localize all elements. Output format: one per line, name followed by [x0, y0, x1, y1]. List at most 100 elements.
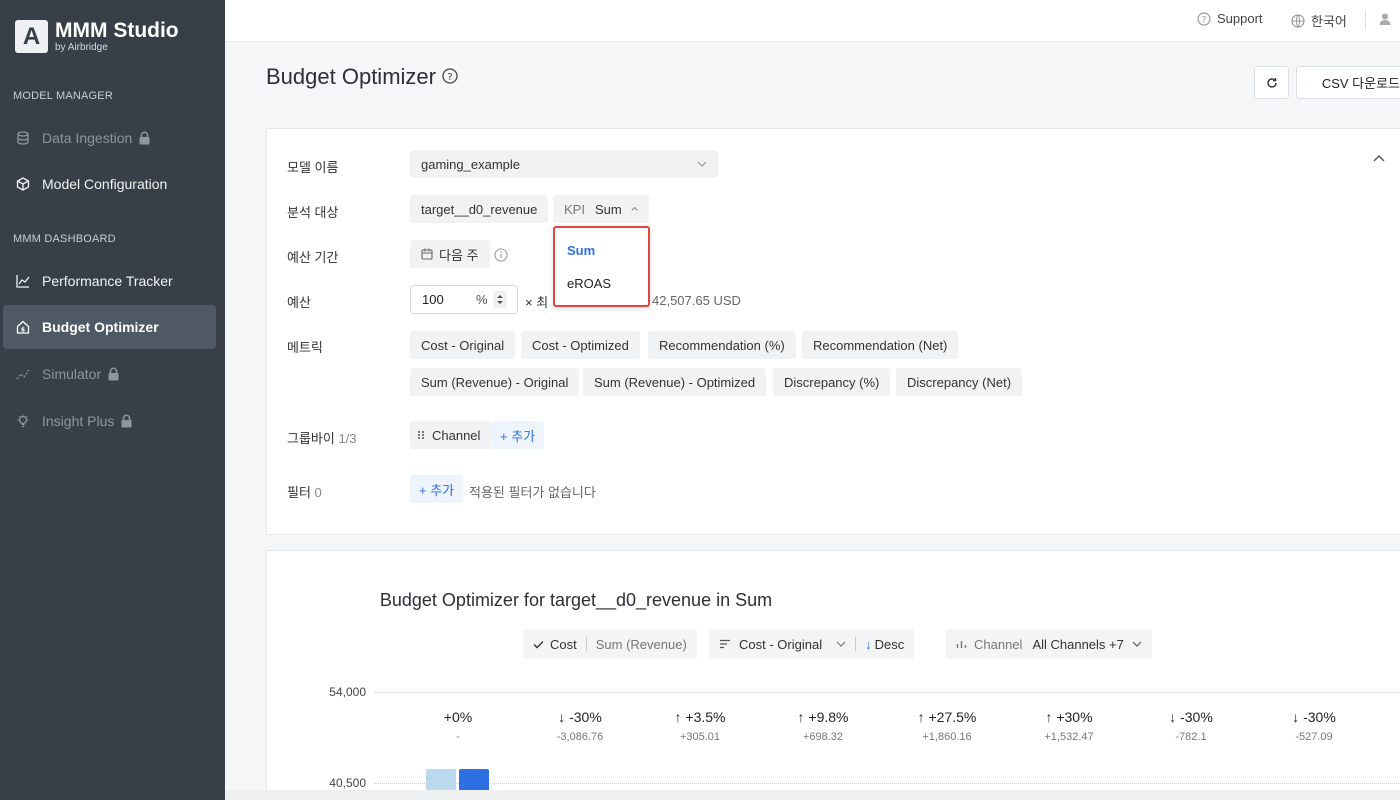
metric-chip[interactable]: Cost - Optimized [521, 331, 640, 359]
drag-handle-icon[interactable] [417, 430, 425, 440]
change-net: -3,086.76 [556, 731, 604, 743]
budget-input-value: 100 [422, 292, 444, 307]
support-label: Support [1217, 11, 1263, 26]
top-bar: ? Support 한국어 [225, 0, 1400, 42]
change-net: -527.09 [1295, 731, 1333, 743]
change-percent: ↑ +27.5% [917, 709, 977, 725]
sidebar-item-insight-plus[interactable]: Insight Plus [3, 399, 216, 443]
section-model-manager: MODEL MANAGER [13, 90, 113, 102]
brand-logo[interactable]: A MMM Studio by Airbridge [15, 20, 179, 53]
refresh-button[interactable] [1254, 66, 1289, 99]
check-icon [533, 640, 544, 648]
line-chart-icon [16, 274, 30, 288]
add-filter-button[interactable]: + 추가 [410, 475, 464, 503]
change-annotation: ↑ +9.8% +698.32 [773, 709, 873, 743]
filter-empty-text: 적용된 필터가 없습니다 [469, 485, 596, 500]
add-groupby-button[interactable]: + 추가 [491, 421, 545, 449]
budget-percent-input[interactable]: 100 % [410, 285, 518, 314]
bulb-icon [16, 414, 30, 428]
change-annotation: +0% - [408, 709, 508, 743]
sidebar-item-label: Budget Optimizer [42, 319, 159, 335]
kpi-option-eroas[interactable]: eROAS [567, 276, 611, 291]
chevron-up-icon [631, 206, 638, 211]
sidebar-item-label: Insight Plus [42, 413, 115, 429]
sidebar-item-performance-tracker[interactable]: Performance Tracker [3, 259, 216, 303]
trend-icon [16, 367, 30, 381]
brand-title: MMM Studio [55, 19, 179, 42]
logo-icon: A [15, 20, 48, 53]
cube-icon [16, 177, 30, 191]
collapse-chevron-icon[interactable] [1373, 149, 1385, 167]
chevron-down-icon [836, 641, 846, 647]
change-annotation: ↓ -30% -782.1 [1141, 709, 1241, 743]
lock-icon [107, 367, 120, 381]
horizontal-scrollbar[interactable] [225, 790, 1400, 800]
groupby-count: 1/3 [338, 431, 357, 446]
svg-text:?: ? [1202, 15, 1207, 25]
sort-control[interactable]: Cost - Original ↓ Desc [709, 629, 915, 659]
sidebar-item-label: Simulator [42, 366, 102, 382]
refresh-icon [1266, 77, 1277, 88]
period-select[interactable]: 다음 주 [410, 240, 490, 268]
sort-direction[interactable]: Desc [875, 637, 905, 652]
channel-filter[interactable]: Channel All Channels +7 [946, 629, 1152, 659]
chevron-down-icon [697, 161, 707, 167]
csv-download-label: CSV 다운로드 [1321, 76, 1400, 91]
sidebar-item-model-configuration[interactable]: Model Configuration [3, 162, 216, 206]
lock-icon [120, 414, 133, 428]
metric-chip[interactable]: Sum (Revenue) - Optimized [583, 368, 767, 396]
divider [585, 637, 587, 651]
stepper-icon[interactable] [493, 291, 507, 308]
target-chip[interactable]: target__d0_revenue [410, 195, 549, 223]
sidebar-item-budget-optimizer[interactable]: $ Budget Optimizer [3, 305, 216, 349]
sidebar-item-label: Model Configuration [42, 176, 168, 192]
sidebar-item-data-ingestion[interactable]: Data Ingestion [3, 116, 216, 160]
sidebar-item-label: Performance Tracker [42, 273, 173, 289]
change-net: +1,532.47 [1044, 731, 1094, 743]
metric-chip[interactable]: Discrepancy (%) [773, 368, 891, 396]
metric-chip[interactable]: Sum (Revenue) - Original [410, 368, 580, 396]
language-selector[interactable]: 한국어 [1291, 11, 1347, 30]
section-mmm-dashboard: MMM DASHBOARD [13, 233, 116, 245]
change-percent: ↓ -30% [1169, 709, 1213, 725]
user-icon[interactable] [1378, 12, 1392, 31]
info-icon[interactable] [494, 248, 508, 267]
groupby-chip-channel[interactable]: Channel [410, 421, 492, 449]
period-label: 예산 기간 [287, 250, 339, 265]
chevron-down-icon [1132, 641, 1142, 647]
support-link[interactable]: ? Support [1197, 11, 1263, 26]
svg-text:$: $ [21, 327, 25, 334]
chart-title: Budget Optimizer for target__d0_revenue … [379, 590, 773, 610]
change-annotation: ↓ -30% -527.09 [1264, 709, 1364, 743]
help-icon[interactable]: ? [442, 64, 458, 90]
kpi-select[interactable]: KPI Sum [553, 195, 649, 223]
change-percent: ↑ +9.8% [797, 709, 849, 725]
model-name-label: 모델 이름 [287, 160, 339, 175]
sort-field: Cost - Original [739, 636, 823, 652]
lock-icon [138, 131, 151, 145]
toggle-cost[interactable]: Cost [550, 637, 577, 652]
change-percent: +0% [443, 709, 473, 725]
metric-chip[interactable]: Discrepancy (Net) [896, 368, 1023, 396]
metric-chip[interactable]: Recommendation (Net) [802, 331, 959, 359]
metric-chip[interactable]: Recommendation (%) [648, 331, 796, 359]
change-percent: ↑ +3.5% [674, 709, 726, 725]
model-select[interactable]: gaming_example [410, 150, 718, 178]
channel-value: All Channels +7 [1032, 636, 1124, 652]
budget-total: 42,507.65 USD [652, 293, 741, 308]
metric-chip[interactable]: Cost - Original [410, 331, 516, 359]
divider [855, 637, 857, 651]
y-tick-label: 40,500 [329, 776, 366, 790]
toggle-sum-revenue[interactable]: Sum (Revenue) [596, 637, 687, 652]
globe-icon [1291, 13, 1305, 28]
language-label: 한국어 [1311, 14, 1347, 29]
groupby-label-wrap: 그룹바이 1/3 [287, 428, 357, 447]
sidebar-item-simulator[interactable]: Simulator [3, 352, 216, 396]
change-net: +698.32 [802, 731, 844, 743]
budget-label: 예산 [287, 295, 311, 310]
groupby-value: Channel [432, 427, 481, 443]
budget-multiplier: × 최 [525, 295, 549, 310]
metric-toggle[interactable]: Cost Sum (Revenue) [523, 629, 697, 659]
kpi-option-sum[interactable]: Sum [567, 243, 595, 258]
csv-download-button[interactable]: CSV 다운로드 [1296, 66, 1400, 99]
